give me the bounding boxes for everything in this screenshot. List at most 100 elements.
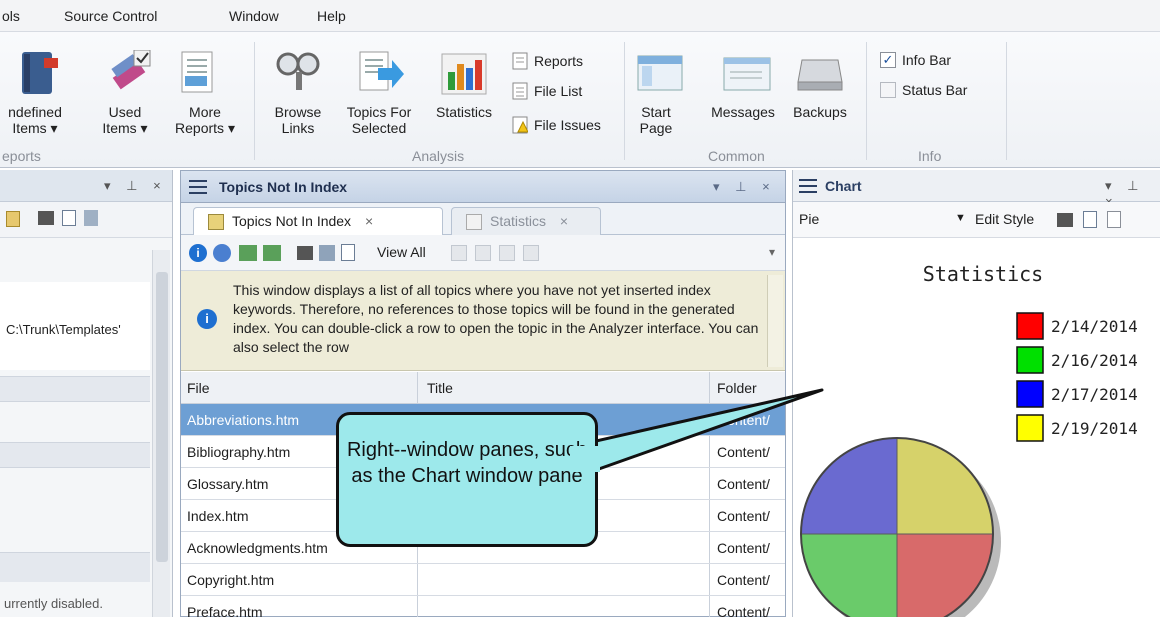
column-divider bbox=[709, 468, 710, 499]
scrollbar-thumb[interactable] bbox=[156, 272, 168, 562]
print-icon[interactable] bbox=[297, 246, 313, 260]
column-header-file[interactable]: File bbox=[187, 380, 210, 396]
pie-slice bbox=[896, 437, 994, 535]
used-items-button[interactable]: Used Items ▾ bbox=[94, 104, 156, 136]
close-icon[interactable]: × bbox=[365, 213, 373, 229]
ribbon-separator bbox=[866, 42, 867, 160]
chart-type-value: Pie bbox=[799, 211, 820, 227]
disabled-tool-icon bbox=[475, 245, 491, 261]
left-section-row[interactable] bbox=[0, 442, 150, 468]
folder-cell: Content/ bbox=[717, 540, 770, 556]
file-list-button[interactable]: File List bbox=[512, 82, 582, 100]
info-bar-checkbox[interactable]: ✓ Info Bar bbox=[880, 52, 951, 68]
path-text: C:\Trunk\Templates' bbox=[6, 322, 121, 337]
print-preview-icon[interactable] bbox=[62, 210, 76, 226]
column-divider bbox=[417, 596, 418, 617]
info-icon[interactable]: i bbox=[189, 244, 207, 262]
left-pane-toolbar bbox=[0, 202, 172, 238]
open-topic-icon[interactable] bbox=[239, 245, 257, 261]
column-header-title[interactable]: Title bbox=[427, 380, 453, 396]
topics-tab-icon bbox=[208, 214, 224, 230]
print-icon[interactable] bbox=[1057, 213, 1073, 227]
statistics-tab-icon bbox=[466, 214, 482, 230]
page-icon[interactable] bbox=[1107, 211, 1121, 228]
left-section-row[interactable] bbox=[0, 552, 150, 582]
print-preview-icon[interactable] bbox=[341, 244, 355, 261]
legend-swatch bbox=[1016, 346, 1044, 374]
print-preview-icon[interactable] bbox=[1083, 211, 1097, 228]
file-issues-button[interactable]: File Issues bbox=[512, 116, 601, 134]
left-path-panel: C:\Trunk\Templates' bbox=[0, 282, 150, 370]
info-icon: i bbox=[197, 309, 217, 329]
statistics-button[interactable]: Statistics bbox=[428, 104, 500, 120]
messages-button[interactable]: Messages bbox=[704, 104, 782, 120]
pane-controls[interactable]: ▾ ⊥ × bbox=[713, 179, 776, 195]
folder-cell: Content/ bbox=[717, 412, 770, 428]
export-icon[interactable] bbox=[319, 245, 335, 261]
reports-label: Reports bbox=[534, 53, 584, 69]
menu-tools[interactable]: ols bbox=[2, 8, 20, 24]
info-group-label: Info bbox=[918, 148, 942, 164]
browse-links-button[interactable]: Browse Links bbox=[266, 104, 330, 136]
folder-icon[interactable] bbox=[6, 211, 20, 227]
column-divider bbox=[709, 372, 710, 403]
status-bar-checkbox[interactable]: Status Bar bbox=[880, 82, 967, 98]
checkbox-unchecked-icon bbox=[880, 82, 896, 98]
pane-controls[interactable]: ▾ ⊥ × bbox=[104, 178, 167, 194]
hamburger-menu-icon[interactable] bbox=[189, 180, 207, 194]
legend-swatch bbox=[1016, 312, 1044, 340]
disabled-tool-icon bbox=[451, 245, 467, 261]
analysis-group-label: Analysis bbox=[412, 148, 465, 164]
reports-button[interactable]: Reports bbox=[512, 52, 583, 70]
tab-statistics[interactable]: Statistics × bbox=[451, 207, 601, 235]
tab-label: Statistics bbox=[490, 213, 547, 229]
checkbox-checked-icon: ✓ bbox=[880, 52, 896, 68]
reports-icon bbox=[512, 52, 528, 70]
print-icon[interactable] bbox=[38, 211, 54, 225]
chevron-down-icon: ▼ bbox=[955, 212, 966, 224]
pie-slice bbox=[896, 533, 994, 617]
chart-pane-title: Chart bbox=[825, 178, 862, 194]
edit-style-button[interactable]: Edit Style bbox=[975, 211, 1034, 227]
center-tab-strip: Topics Not In Index × Statistics × bbox=[181, 203, 785, 235]
topics-for-selected-icon bbox=[356, 50, 406, 101]
topics-for-selected-button[interactable]: Topics For Selected bbox=[336, 104, 422, 136]
column-divider bbox=[709, 564, 710, 595]
menu-window[interactable]: Window bbox=[229, 8, 279, 24]
column-header-folder[interactable]: Folder bbox=[717, 380, 757, 396]
menu-help[interactable]: Help bbox=[317, 8, 346, 24]
more-reports-icon bbox=[176, 50, 220, 103]
export-icon[interactable] bbox=[84, 210, 98, 226]
undefined-items-button[interactable]: ndefined Items ▾ bbox=[2, 104, 68, 136]
more-reports-button[interactable]: More Reports ▾ bbox=[166, 104, 244, 136]
backups-icon bbox=[796, 56, 846, 97]
refresh-icon[interactable] bbox=[213, 244, 231, 262]
left-scrollbar[interactable] bbox=[152, 250, 170, 617]
table-row[interactable]: Copyright.htm Content/ bbox=[181, 564, 785, 596]
info-scrollbar[interactable] bbox=[767, 275, 783, 367]
close-icon[interactable]: × bbox=[560, 213, 568, 229]
backups-button[interactable]: Backups bbox=[784, 104, 856, 120]
start-page-icon bbox=[636, 54, 686, 97]
ribbon: ndefined Items ▾ Used Items ▾ More Repor… bbox=[0, 32, 1160, 168]
left-section-row[interactable] bbox=[0, 376, 150, 402]
statistics-icon bbox=[440, 50, 490, 101]
ribbon-separator bbox=[1006, 42, 1007, 160]
disabled-tool-icon bbox=[523, 245, 539, 261]
legend-label: 2/19/2014 bbox=[1051, 419, 1138, 438]
folder-cell: Content/ bbox=[717, 508, 770, 524]
table-row[interactable]: Preface.htm Content/ bbox=[181, 596, 785, 617]
legend-label: 2/17/2014 bbox=[1051, 385, 1138, 404]
view-all-button[interactable]: View All bbox=[377, 244, 426, 260]
reports-group-label: eports bbox=[2, 148, 41, 164]
pie-slice bbox=[800, 437, 898, 535]
info-bar-label: Info Bar bbox=[902, 52, 952, 68]
chart-type-select[interactable]: Pie ▼ bbox=[793, 202, 969, 237]
tab-topics-not-in-index[interactable]: Topics Not In Index × bbox=[193, 207, 443, 235]
toolbar-overflow-icon[interactable]: ▾ bbox=[769, 245, 775, 259]
open-all-icon[interactable] bbox=[263, 245, 281, 261]
file-cell: Copyright.htm bbox=[187, 572, 275, 588]
start-page-button[interactable]: Start Page bbox=[628, 104, 684, 136]
hamburger-menu-icon[interactable] bbox=[799, 179, 817, 193]
menu-source-control[interactable]: Source Control bbox=[64, 8, 157, 24]
